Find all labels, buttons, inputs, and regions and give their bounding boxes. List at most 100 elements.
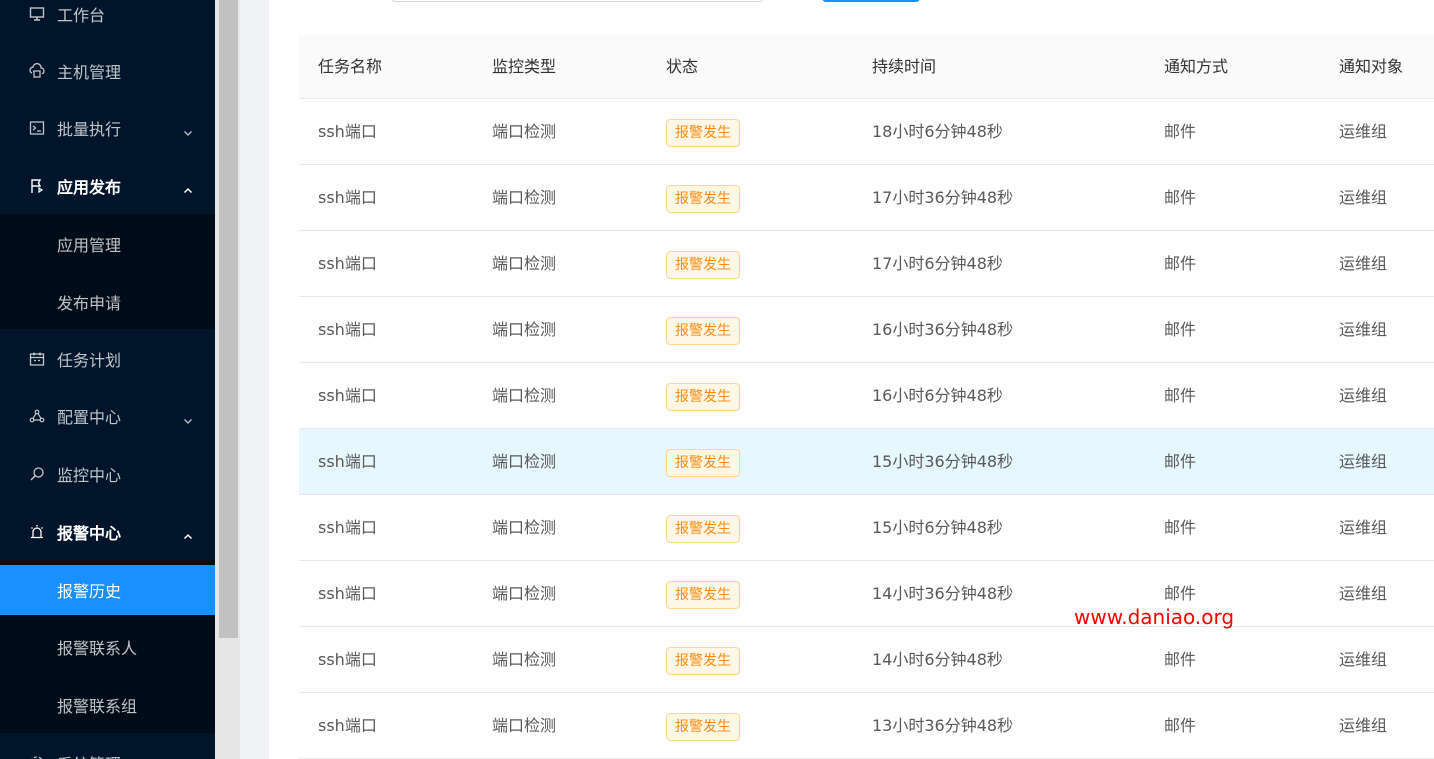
cell-notify-method: 邮件 (1164, 188, 1197, 207)
header-duration: 持续时间 (872, 57, 937, 76)
table-row[interactable]: ssh端口 端口检测 报警发生 16小时36分钟48秒 邮件 运维组 (299, 297, 1434, 363)
menu-label: 任务计划 (57, 351, 122, 370)
chevron-up-icon (183, 181, 193, 194)
cell-monitor-type: 端口检测 (492, 386, 557, 405)
cell-monitor-type: 端口检测 (492, 452, 557, 471)
cell-task-name: ssh端口 (318, 452, 377, 471)
setting-icon (29, 755, 45, 759)
cell-notify-target: 运维组 (1339, 452, 1388, 471)
menu-label: 监控中心 (57, 466, 122, 485)
cell-task-name: ssh端口 (318, 320, 377, 339)
sub-item-alarm-contact[interactable]: 报警联系人 (0, 622, 215, 672)
header-monitor-type: 监控类型 (492, 57, 557, 76)
calendar-icon (29, 351, 45, 367)
menu-label: 工作台 (57, 6, 106, 25)
search-button[interactable] (822, 0, 920, 2)
menu-item-dashboard[interactable]: 工作台 (0, 0, 215, 42)
cell-task-name: ssh端口 (318, 584, 377, 603)
menu-item-system[interactable]: 系统管理 (0, 735, 215, 759)
header-task-name: 任务名称 (318, 57, 383, 76)
menu-item-alarm[interactable]: 报警中心 (0, 504, 215, 560)
cell-monitor-type: 端口检测 (492, 188, 557, 207)
menu-label: 主机管理 (57, 63, 122, 82)
table-row[interactable]: ssh端口 端口检测 报警发生 16小时6分钟48秒 邮件 运维组 (299, 363, 1434, 429)
status-tag: 报警发生 (666, 713, 740, 741)
chevron-down-icon (183, 411, 193, 424)
cell-notify-target: 运维组 (1339, 320, 1388, 339)
status-tag: 报警发生 (666, 647, 740, 675)
table-row[interactable]: ssh端口 端口检测 报警发生 15小时6分钟48秒 邮件 运维组 (299, 495, 1434, 561)
cell-duration: 15小时6分钟48秒 (872, 518, 1003, 537)
sidebar-scrollbar-thumb[interactable] (219, 0, 238, 638)
cell-monitor-type: 端口检测 (492, 254, 557, 273)
cell-notify-target: 运维组 (1339, 716, 1388, 735)
table-row[interactable]: ssh端口 端口检测 报警发生 14小时36分钟48秒 邮件 运维组 (299, 561, 1434, 627)
status-tag: 报警发生 (666, 449, 740, 477)
cloud-server-icon (29, 63, 45, 79)
cell-notify-method: 邮件 (1164, 716, 1197, 735)
menu-item-schedule[interactable]: 任务计划 (0, 331, 215, 387)
terminal-icon (29, 120, 45, 136)
desktop-icon (29, 6, 45, 22)
sub-item-alarm-history[interactable]: 报警历史 (0, 565, 215, 615)
cell-notify-target: 运维组 (1339, 518, 1388, 537)
menu-item-batch[interactable]: 批量执行 (0, 100, 215, 156)
menu-item-monitor[interactable]: 监控中心 (0, 446, 215, 502)
sub-item-app-manage[interactable]: 应用管理 (0, 219, 215, 269)
cell-duration: 13小时36分钟48秒 (872, 716, 1014, 735)
cell-task-name: ssh端口 (318, 254, 377, 273)
table-header: 任务名称 监控类型 状态 持续时间 通知方式 通知对象 (299, 35, 1434, 99)
status-tag: 报警发生 (666, 119, 740, 147)
flag-icon (29, 178, 45, 194)
cell-task-name: ssh端口 (318, 716, 377, 735)
table-row[interactable]: ssh端口 端口检测 报警发生 17小时6分钟48秒 邮件 运维组 (299, 231, 1434, 297)
status-tag: 报警发生 (666, 383, 740, 411)
alarm-history-table: 任务名称 监控类型 状态 持续时间 通知方式 通知对象 ssh端口 端口检测 报警发… (299, 35, 1434, 759)
cell-notify-target: 运维组 (1339, 650, 1388, 669)
chevron-up-icon (183, 527, 193, 540)
alarm-icon (29, 524, 45, 540)
sub-item-release-request[interactable]: 发布申请 (0, 277, 215, 327)
table-row[interactable]: ssh端口 端口检测 报警发生 14小时6分钟48秒 邮件 运维组 (299, 627, 1434, 693)
menu-label: 系统管理 (57, 751, 121, 759)
table-row[interactable]: ssh端口 端口检测 报警发生 18小时6分钟48秒 邮件 运维组 (299, 99, 1434, 165)
cell-notify-method: 邮件 (1164, 518, 1197, 537)
cell-monitor-type: 端口检测 (492, 650, 557, 669)
menu-label: 批量执行 (57, 120, 122, 139)
status-tag: 报警发生 (666, 185, 740, 213)
search-input[interactable] (391, 0, 764, 2)
menu-item-config[interactable]: 配置中心 (0, 388, 215, 444)
cell-notify-target: 运维组 (1339, 386, 1388, 405)
header-notify-method: 通知方式 (1164, 57, 1229, 76)
cell-duration: 17小时36分钟48秒 (872, 188, 1014, 207)
cell-notify-method: 邮件 (1164, 386, 1197, 405)
cell-monitor-type: 端口检测 (492, 584, 557, 603)
cell-task-name: ssh端口 (318, 188, 377, 207)
table-row[interactable]: ssh端口 端口检测 报警发生 17小时36分钟48秒 邮件 运维组 (299, 165, 1434, 231)
cell-duration: 16小时6分钟48秒 (872, 386, 1003, 405)
cell-duration: 17小时6分钟48秒 (872, 254, 1003, 273)
menu-label: 报警中心 (57, 524, 122, 543)
watermark-text: www.daniao.org (1074, 605, 1235, 629)
status-tag: 报警发生 (666, 581, 740, 609)
cell-notify-method: 邮件 (1164, 122, 1197, 141)
cell-duration: 15小时36分钟48秒 (872, 452, 1014, 471)
cell-monitor-type: 端口检测 (492, 716, 557, 735)
cell-duration: 14小时36分钟48秒 (872, 584, 1014, 603)
menu-item-host[interactable]: 主机管理 (0, 43, 215, 99)
cell-task-name: ssh端口 (318, 518, 377, 537)
table-row[interactable]: ssh端口 端口检测 报警发生 15小时36分钟48秒 邮件 运维组 (299, 429, 1434, 495)
cell-notify-target: 运维组 (1339, 584, 1388, 603)
cell-task-name: ssh端口 (318, 386, 377, 405)
cell-duration: 18小时6分钟48秒 (872, 122, 1003, 141)
cell-notify-target: 运维组 (1339, 254, 1388, 273)
sub-item-alarm-group[interactable]: 报警联系组 (0, 680, 215, 730)
table-row[interactable]: ssh端口 端口检测 报警发生 13小时36分钟48秒 邮件 运维组 (299, 693, 1434, 759)
cell-task-name: ssh端口 (318, 650, 377, 669)
menu-item-deploy[interactable]: 应用发布 (0, 158, 215, 214)
cell-task-name: ssh端口 (318, 122, 377, 141)
cell-notify-method: 邮件 (1164, 650, 1197, 669)
menu-label: 配置中心 (57, 408, 122, 427)
header-status: 状态 (666, 57, 699, 76)
sidebar: 工作台 主机管理 批量执行 应用发布 应用管理 发布申请 任务计划 配置中心 监… (0, 0, 215, 759)
